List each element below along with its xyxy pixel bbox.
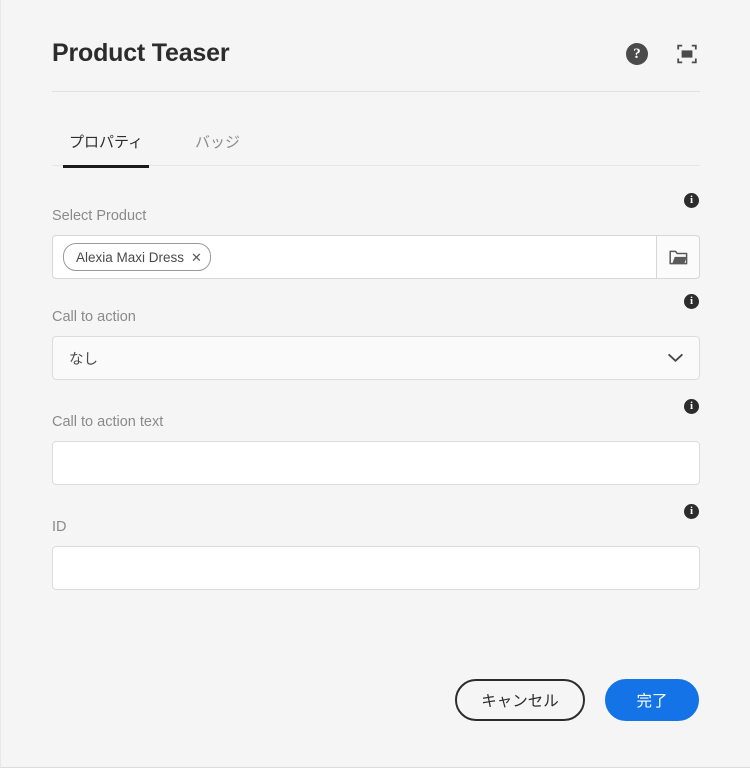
info-icon-call-to-action-text[interactable]: i <box>684 399 699 414</box>
id-input[interactable] <box>52 546 700 590</box>
tab-bar: プロパティ バッジ <box>52 118 700 168</box>
label-id: ID <box>52 519 67 535</box>
tab-properties[interactable]: プロパティ <box>63 118 150 168</box>
info-icon-call-to-action[interactable]: i <box>684 294 699 309</box>
tab-badge-label: バッジ <box>195 134 241 151</box>
fullscreen-icon <box>677 44 697 64</box>
folder-icon <box>668 250 687 264</box>
cancel-button[interactable]: キャンセル <box>455 679 585 721</box>
select-product-control: Alexia Maxi Dress ✕ <box>52 235 700 279</box>
info-icon-id[interactable]: i <box>684 504 699 519</box>
browse-products-button[interactable] <box>656 235 700 279</box>
product-chip[interactable]: Alexia Maxi Dress ✕ <box>63 243 211 271</box>
done-button-label: 完了 <box>636 693 668 710</box>
page-title: Product Teaser <box>52 39 230 67</box>
select-product-input[interactable]: Alexia Maxi Dress ✕ <box>52 235 656 279</box>
done-button[interactable]: 完了 <box>605 679 699 721</box>
label-call-to-action: Call to action <box>52 309 136 325</box>
call-to-action-value: なし <box>69 351 98 368</box>
call-to-action-text-input[interactable] <box>52 441 700 485</box>
info-icon-select-product[interactable]: i <box>684 193 699 208</box>
header-actions: ? <box>624 41 700 67</box>
call-to-action-select[interactable]: なし <box>52 336 700 380</box>
field-id: i ID <box>52 504 700 590</box>
label-call-to-action-text: Call to action text <box>52 414 164 430</box>
field-select-product: i Select Product Alexia Maxi Dress ✕ <box>52 193 700 279</box>
label-select-product: Select Product <box>52 208 147 224</box>
fullscreen-button[interactable] <box>674 41 700 67</box>
cancel-button-label: キャンセル <box>481 693 559 710</box>
product-chip-label: Alexia Maxi Dress <box>76 249 185 265</box>
field-call-to-action: i Call to action なし <box>52 294 700 380</box>
field-call-to-action-text: i Call to action text <box>52 399 700 485</box>
close-icon[interactable]: ✕ <box>191 251 202 264</box>
dialog-header: Product Teaser ? <box>52 36 700 92</box>
chevron-down-icon <box>668 353 683 363</box>
product-teaser-dialog: Product Teaser ? プロパティ バッジ i Select Prod… <box>0 0 750 768</box>
tab-badge[interactable]: バッジ <box>189 118 246 165</box>
dialog-footer: キャンセル 完了 <box>455 679 699 721</box>
help-button[interactable]: ? <box>624 41 650 67</box>
help-icon: ? <box>626 43 648 65</box>
tab-properties-label: プロパティ <box>69 134 144 151</box>
